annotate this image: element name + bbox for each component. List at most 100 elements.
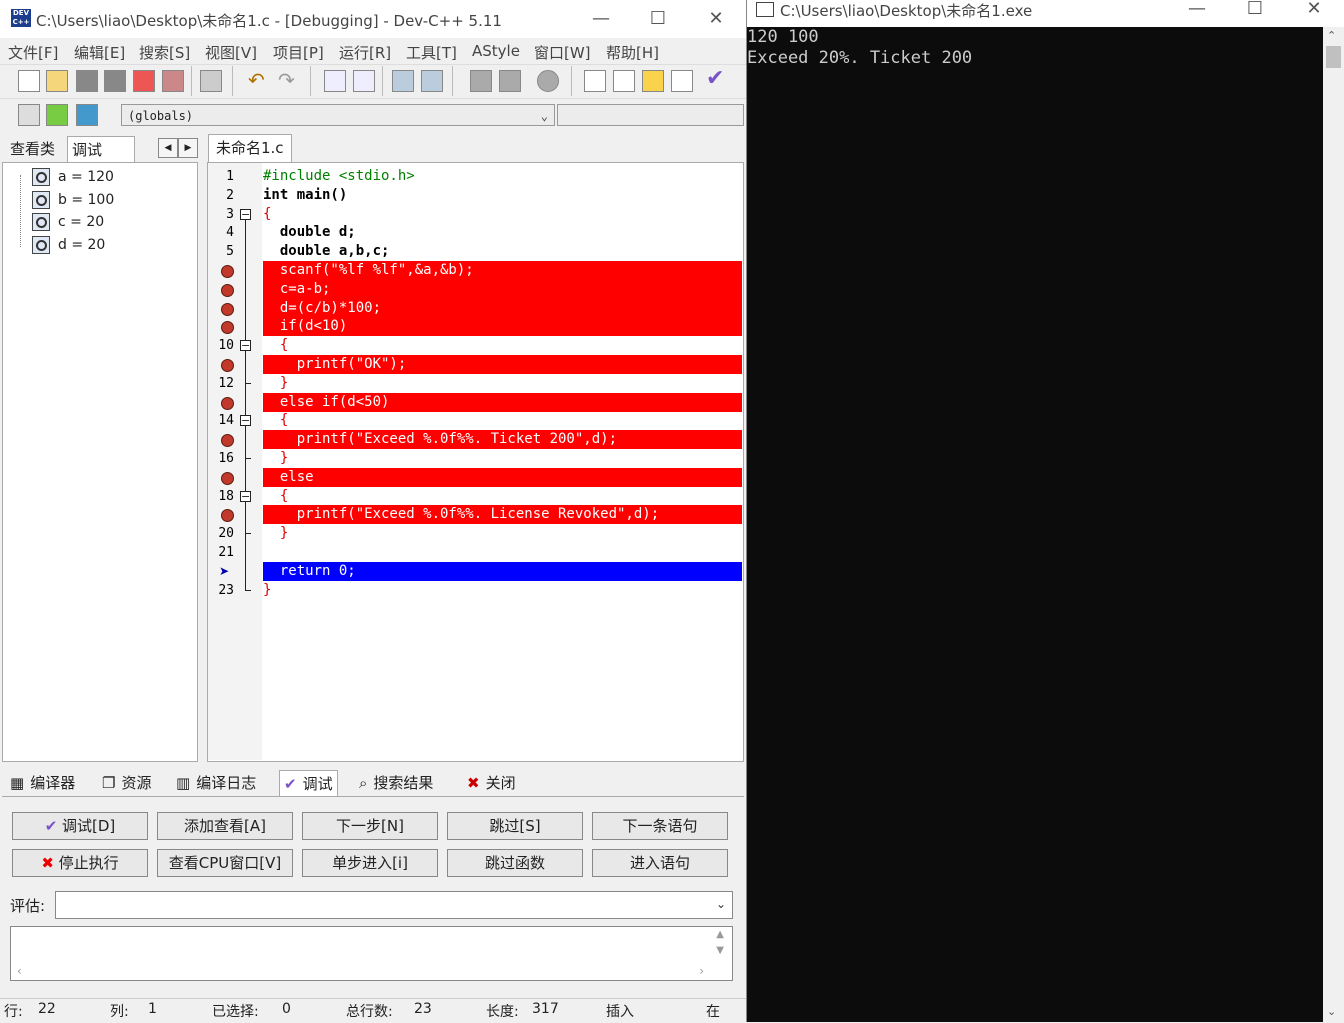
code-line[interactable]: scanf("%lf %lf",&a,&b); xyxy=(263,261,742,280)
menu-search[interactable]: 搜索[S] xyxy=(139,42,190,63)
tab-compiler[interactable]: ▦ 编译器 xyxy=(6,770,79,796)
redo-icon[interactable]: ↷ xyxy=(278,68,295,92)
scroll-down-icon[interactable]: ▼ xyxy=(716,945,724,956)
cpu-window-button[interactable]: 查看CPU窗口[V] xyxy=(157,849,293,877)
fold-toggle-icon[interactable]: − xyxy=(240,340,251,352)
fold-toggle-icon[interactable]: − xyxy=(240,415,251,427)
menu-file[interactable]: 文件[F] xyxy=(8,42,58,63)
code-line[interactable]: { xyxy=(263,205,742,224)
console-maximize-button[interactable]: ☐ xyxy=(1240,0,1270,22)
tab-scroll-right-icon[interactable]: ▶ xyxy=(178,138,198,158)
tab-debug[interactable]: ✔ 调试 xyxy=(279,770,338,797)
find-icon[interactable] xyxy=(324,70,346,92)
editor-tab[interactable]: 未命名1.c xyxy=(208,134,292,162)
code-line[interactable]: return 0; xyxy=(263,561,742,581)
skip-function-button[interactable]: 跳过函数 xyxy=(447,849,583,877)
code-line[interactable]: double a,b,c; xyxy=(263,242,742,261)
scroll-left-icon[interactable]: ‹ xyxy=(17,964,22,978)
fold-toggle-icon[interactable]: − xyxy=(240,490,251,502)
project-view-icon[interactable] xyxy=(584,70,606,92)
goto-icon[interactable] xyxy=(46,104,68,126)
minimize-button[interactable]: — xyxy=(586,6,616,32)
console-close-button[interactable]: ✕ xyxy=(1299,0,1329,22)
tab-close[interactable]: ✖ 关闭 xyxy=(463,770,520,796)
code-line[interactable] xyxy=(263,543,742,562)
menu-astyle[interactable]: AStyle xyxy=(472,42,520,60)
scroll-up-icon[interactable]: ⌃ xyxy=(1327,29,1336,42)
goto-line-icon[interactable] xyxy=(537,70,559,92)
menu-view[interactable]: 视图[V] xyxy=(205,42,257,63)
evaluate-input[interactable]: ⌄ xyxy=(55,891,733,919)
watch-item[interactable]: c = 20 xyxy=(32,213,104,233)
tab-compile-log[interactable]: ▥ 编译日志 xyxy=(172,770,260,796)
save-all-icon[interactable] xyxy=(104,70,126,92)
toggle-bookmark-icon[interactable] xyxy=(470,70,492,92)
code-line[interactable]: { xyxy=(263,487,742,506)
menu-edit[interactable]: 编辑[E] xyxy=(74,42,125,63)
code-line[interactable]: #include <stdio.h> xyxy=(263,167,742,186)
tab-debug-watch[interactable]: 调试 xyxy=(67,136,135,163)
watch-item[interactable]: b = 100 xyxy=(32,191,114,211)
code-line[interactable]: int main() xyxy=(263,186,742,205)
code-line[interactable]: { xyxy=(263,336,742,355)
console-scroll-thumb[interactable] xyxy=(1326,46,1341,68)
breakpoint-icon[interactable] xyxy=(221,471,234,485)
bookmark-icon[interactable] xyxy=(76,104,98,126)
tab-resources[interactable]: ❐ 资源 xyxy=(98,770,155,796)
code-line[interactable]: printf("Exceed %.0f%%. Ticket 200",d); xyxy=(263,430,742,450)
chevron-down-icon[interactable]: ⌄ xyxy=(716,897,726,911)
breakpoint-icon[interactable] xyxy=(221,283,234,297)
tile-icon[interactable] xyxy=(671,70,693,92)
close-file-icon[interactable] xyxy=(133,70,155,92)
tab-scroll-left-icon[interactable]: ◀ xyxy=(158,138,178,158)
into-statement-button[interactable]: 进入语句 xyxy=(592,849,728,877)
open-file-icon[interactable] xyxy=(46,70,68,92)
insert-icon[interactable] xyxy=(18,104,40,126)
code-line[interactable]: } xyxy=(263,581,742,600)
watch-item[interactable]: a = 120 xyxy=(32,168,114,188)
menu-help[interactable]: 帮助[H] xyxy=(606,42,659,63)
menu-tools[interactable]: 工具[T] xyxy=(406,42,457,63)
menu-project[interactable]: 项目[P] xyxy=(273,42,324,63)
stop-execution-button[interactable]: ✖ 停止执行 xyxy=(12,849,148,877)
indent-icon[interactable] xyxy=(392,70,414,92)
check-syntax-icon[interactable]: ✔ xyxy=(706,66,724,91)
member-select[interactable] xyxy=(557,104,744,126)
unindent-icon[interactable] xyxy=(421,70,443,92)
color-scheme-icon[interactable] xyxy=(642,70,664,92)
code-line[interactable]: else if(d<50) xyxy=(263,392,742,412)
debug-button[interactable]: ✔ 调试[D] xyxy=(12,812,148,840)
breakpoint-icon[interactable] xyxy=(221,396,234,410)
add-watch-button[interactable]: 添加查看[A] xyxy=(157,812,293,840)
skip-button[interactable]: 跳过[S] xyxy=(447,812,583,840)
code-line[interactable]: } xyxy=(263,524,742,543)
close-all-icon[interactable] xyxy=(162,70,184,92)
code-line[interactable]: if(d<10) xyxy=(263,317,742,337)
code-line[interactable]: } xyxy=(263,374,742,393)
evaluate-output[interactable]: ▲ ▼ ‹ › xyxy=(10,926,733,981)
code-line[interactable]: c=a-b; xyxy=(263,279,742,299)
code-line[interactable]: } xyxy=(263,449,742,468)
code-line[interactable]: d=(c/b)*100; xyxy=(263,298,742,318)
undo-icon[interactable]: ↶ xyxy=(248,68,265,92)
menu-run[interactable]: 运行[R] xyxy=(339,42,391,63)
console-scrollbar[interactable]: ⌃ ⌄ xyxy=(1323,27,1344,1022)
step-into-button[interactable]: 单步进入[i] xyxy=(302,849,438,877)
breakpoint-icon[interactable] xyxy=(221,265,234,278)
menu-window[interactable]: 窗口[W] xyxy=(534,42,591,63)
maximize-button[interactable]: ☐ xyxy=(643,6,673,32)
console-minimize-button[interactable]: — xyxy=(1182,0,1212,22)
watch-item[interactable]: d = 20 xyxy=(32,236,105,256)
print-icon[interactable] xyxy=(200,70,222,92)
breakpoint-icon[interactable] xyxy=(221,359,234,372)
tab-search-results[interactable]: ⌕ 搜索结果 xyxy=(355,770,437,796)
breakpoint-icon[interactable] xyxy=(221,302,234,316)
replace-icon[interactable] xyxy=(353,70,375,92)
fold-toggle-icon[interactable]: − xyxy=(240,208,251,220)
goto-bookmark-icon[interactable] xyxy=(499,70,521,92)
scroll-up-icon[interactable]: ▲ xyxy=(716,929,724,940)
close-button[interactable]: ✕ xyxy=(701,6,731,32)
new-file-icon[interactable] xyxy=(18,70,40,92)
save-icon[interactable] xyxy=(76,70,98,92)
code-line[interactable]: double d; xyxy=(263,223,742,242)
